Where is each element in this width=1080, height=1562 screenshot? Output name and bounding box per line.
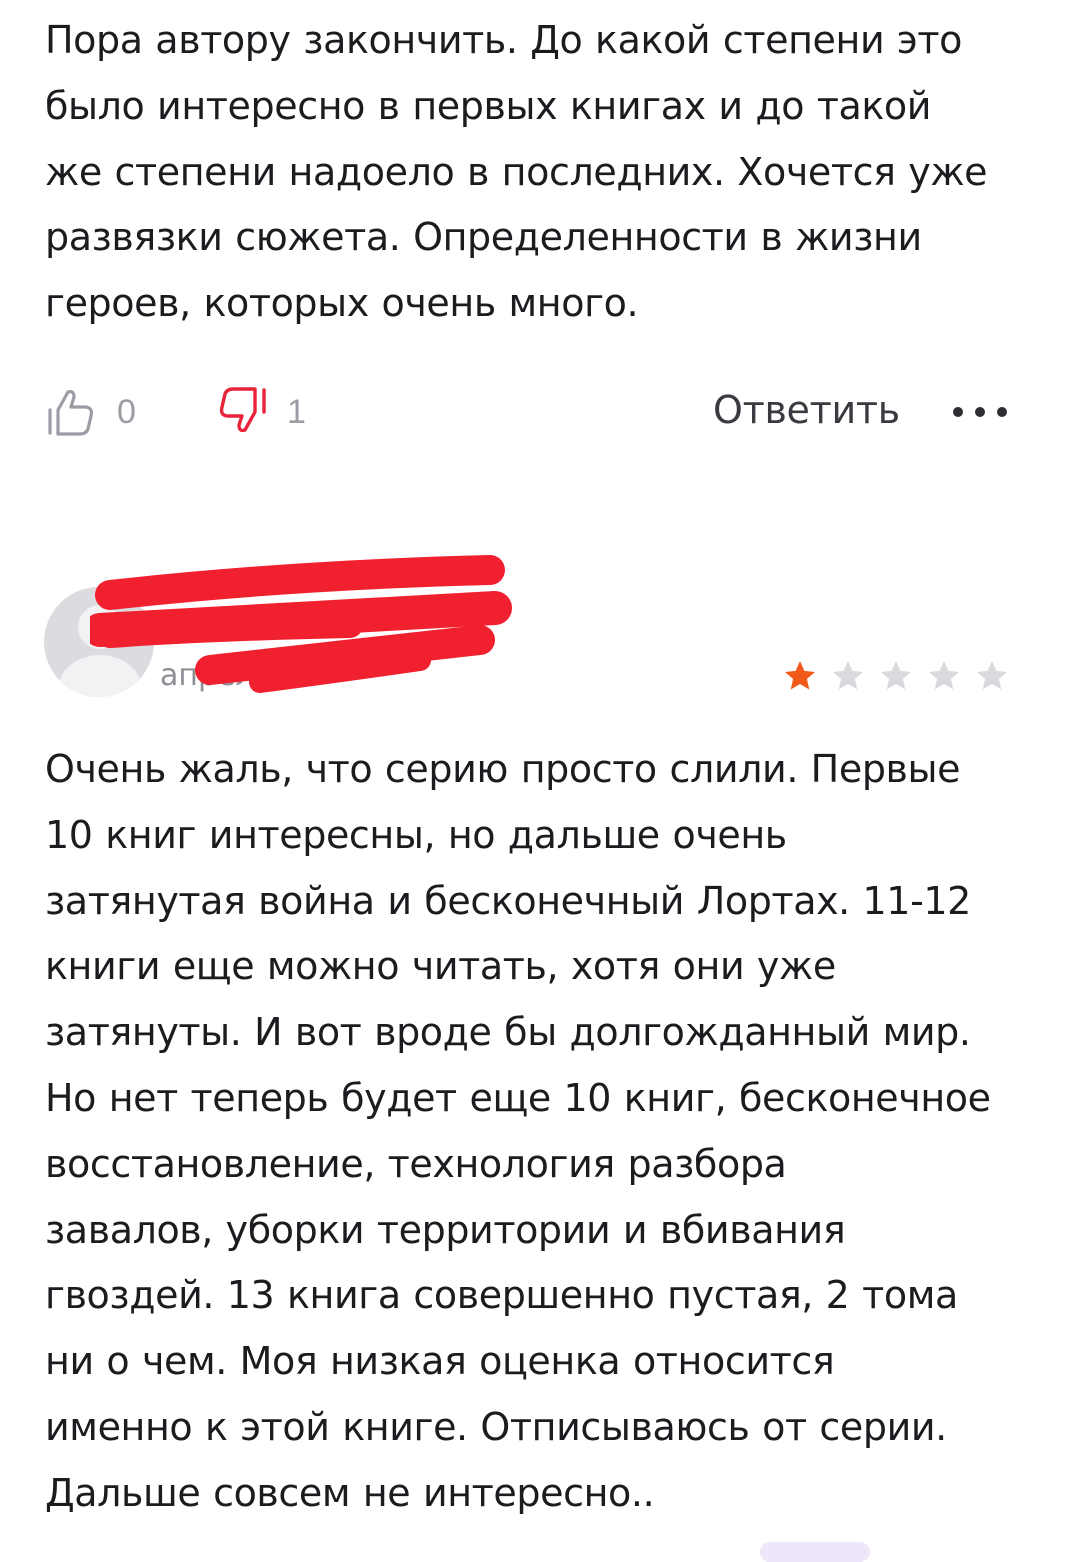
review-2-line: 10 книг интересны, но дальше очень <box>45 812 787 857</box>
review-1-actions: 0 1 Ответить <box>45 382 1035 442</box>
more-dots-icon[interactable] <box>953 400 1007 424</box>
dislike-button[interactable]: 1 <box>215 382 306 442</box>
review-1-line: Пора автору закончить. До какой степени … <box>45 18 962 62</box>
review-2-line: Очень жаль, что серию просто слили. Перв… <box>45 747 961 791</box>
review-2-header: апреля <box>40 550 1040 720</box>
review-1-line: героев, которых очень много. <box>45 281 639 326</box>
dot <box>975 407 985 417</box>
review-1-text: Пора автору закончить. До какой степени … <box>45 8 1045 337</box>
review-2-line: Дальше совсем не интересно.. <box>45 1470 655 1515</box>
star-rating <box>782 658 1010 694</box>
star-icon <box>878 658 914 694</box>
review-2-line: затянутая война и бесконечный Лортах. 11… <box>45 878 971 923</box>
dot <box>953 407 963 417</box>
review-2-line: восстановление, технология разбора <box>45 1141 787 1186</box>
star-icon <box>926 658 962 694</box>
review-2-line: ни о чем. Моя низкая оценка относится <box>45 1339 835 1384</box>
review-1-line: было интересно в первых книгах и до тако… <box>45 83 932 128</box>
partial-badge <box>760 1542 870 1562</box>
redaction-scribble <box>90 555 512 693</box>
like-count: 0 <box>117 392 136 431</box>
thumbs-up-icon <box>45 386 103 438</box>
review-2-line: книги еще можно читать, хотя они уже <box>45 944 836 989</box>
like-button[interactable]: 0 <box>45 382 136 442</box>
thumbs-down-icon <box>215 386 273 438</box>
reply-button[interactable]: Ответить <box>713 388 900 432</box>
review-1-line: развязки сюжета. Определенности в жизни <box>45 215 922 260</box>
star-icon <box>830 658 866 694</box>
star-icon <box>782 658 818 694</box>
review-1-line: же степени надоело в последних. Хочется … <box>45 149 988 194</box>
review-2-text: Очень жаль, что серию просто слили. Перв… <box>45 737 1045 1527</box>
review-2-line: гвоздей. 13 книга совершенно пустая, 2 т… <box>45 1273 958 1318</box>
review-2-line: завалов, уборки территории и вбивания <box>45 1207 846 1252</box>
review-2-line: затянуты. И вот вроде бы долгожданный ми… <box>45 1010 971 1055</box>
dot <box>997 407 1007 417</box>
star-icon <box>974 658 1010 694</box>
review-2-line: именно к этой книге. Отписываюсь от сери… <box>45 1404 947 1449</box>
review-2-line: Но нет теперь будет еще 10 книг, бесконе… <box>45 1075 991 1120</box>
dislike-count: 1 <box>287 392 306 431</box>
